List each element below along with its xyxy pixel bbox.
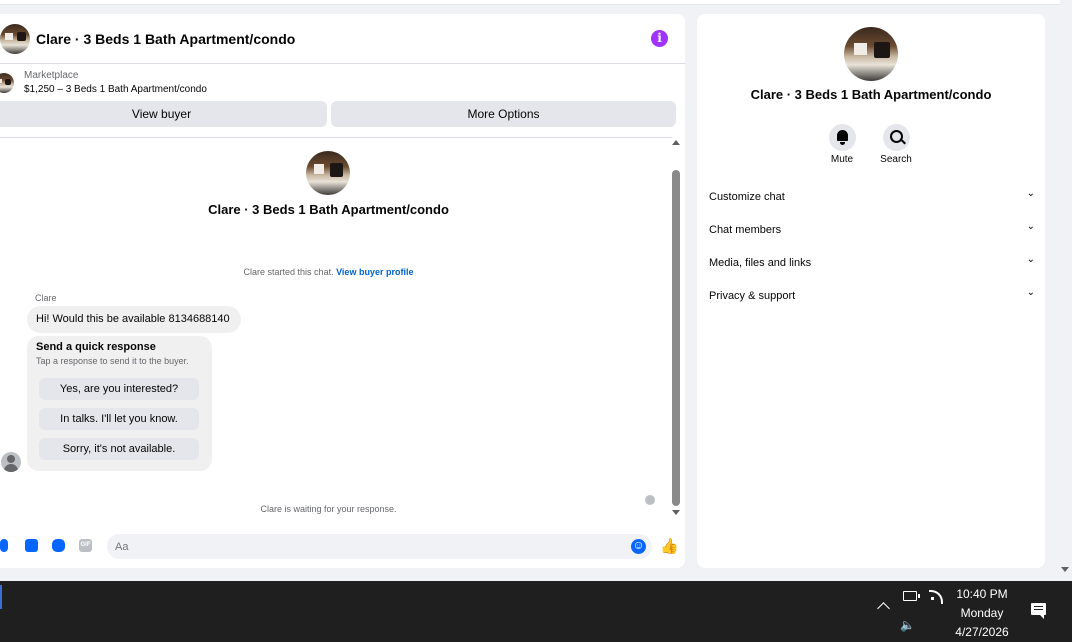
quick-response-not-available[interactable]: Sorry, it's not available. [39,438,199,460]
listing-thumbnail [0,73,14,93]
marketplace-listing[interactable]: Marketplace $1,250 – 3 Beds 1 Bath Apart… [0,68,685,100]
chat-started-notice: Clare started this chat. View buyer prof… [0,267,657,277]
message-input[interactable] [107,534,652,559]
info-icon[interactable]: i [651,30,668,47]
marketplace-label: Marketplace [24,70,79,81]
taskbar: 🔈 10:40 PM Monday 4/27/2026 [0,581,1072,642]
chat-title[interactable]: Clare · 3 Beds 1 Bath Apartment/condo [36,31,295,47]
quick-response-in-talks[interactable]: In talks. I'll let you know. [39,408,199,430]
privacy-support-label: Privacy & support [709,290,796,302]
sticker-icon[interactable] [52,539,65,552]
chat-info-panel: Clare · 3 Beds 1 Bath Apartment/condo Mu… [697,14,1045,568]
photo-icon[interactable] [25,539,38,552]
buyer-avatar[interactable] [1,452,21,472]
chat-avatar[interactable] [0,24,30,54]
search-label: Search [880,154,912,165]
info-title: Clare · 3 Beds 1 Bath Apartment/condo [750,87,992,102]
search-button[interactable]: Search [876,124,916,165]
mute-button[interactable]: Mute [822,124,862,165]
started-text: Clare started this chat. [243,267,334,277]
scroll-thumb[interactable] [672,170,680,506]
clock-time: 10:40 PM [956,587,1008,601]
mute-label: Mute [830,154,854,165]
wifi-icon[interactable] [929,590,943,604]
chevron-down-icon: ⌄ [1026,188,1035,199]
clock-date: 4/27/2026 [955,625,1009,639]
info-avatar[interactable] [844,27,898,81]
scroll-up-arrow[interactable] [672,140,680,145]
listing-price: $1,250 – 3 Beds 1 Bath Apartment/condo [24,84,207,95]
more-options-button[interactable]: More Options [331,101,676,127]
clock-day: Monday [960,606,1004,620]
chevron-down-icon: ⌄ [1026,254,1035,265]
notification-icon[interactable] [1031,603,1046,619]
page-scroll-down-arrow[interactable] [1061,567,1069,572]
microphone-icon[interactable] [0,539,8,552]
scroll-down-arrow[interactable] [672,510,680,515]
media-files-links-row[interactable]: Media, files and links ⌄ [709,254,1035,274]
gif-icon[interactable]: GIF [79,539,92,552]
media-files-links-label: Media, files and links [709,257,812,269]
quick-response-yes[interactable]: Yes, are you interested? [39,378,199,400]
quick-response-title: Send a quick response [36,341,156,353]
quick-response-card: Send a quick response Tap a response to … [27,336,212,471]
show-hidden-icons-chevron-icon[interactable] [877,602,890,615]
thread-scrollbar[interactable] [672,138,682,522]
message-thread: Clare · 3 Beds 1 Bath Apartment/condo Cl… [0,137,672,523]
taskbar-active-edge [0,585,2,609]
waiting-notice: Clare is waiting for your response. [260,504,397,514]
thumbs-up-icon[interactable]: 👍 [660,537,679,555]
top-strip [0,0,1060,5]
message-composer: GIF 👍 [0,534,685,560]
volume-icon[interactable]: 🔈 [900,618,915,632]
quick-response-subtitle: Tap a response to send it to the buyer. [36,356,189,366]
chat-members-row[interactable]: Chat members ⌄ [709,221,1035,241]
search-icon [889,130,903,143]
chevron-down-icon: ⌄ [1026,287,1035,298]
thread-title: Clare · 3 Beds 1 Bath Apartment/condo [208,202,449,217]
chat-members-label: Chat members [709,224,782,236]
bell-icon [836,130,848,145]
privacy-support-row[interactable]: Privacy & support ⌄ [709,287,1035,307]
message-bubble[interactable]: Hi! Would this be available 8134688140 [27,306,241,333]
taskbar-clock[interactable]: 10:40 PM Monday 4/27/2026 [942,585,1022,642]
battery-icon[interactable] [903,591,920,601]
chat-panel: Clare · 3 Beds 1 Bath Apartment/condo i … [0,14,685,568]
chat-header: Clare · 3 Beds 1 Bath Apartment/condo i [0,14,685,64]
emoji-icon[interactable] [631,538,646,554]
view-buyer-profile-link[interactable]: View buyer profile [336,267,413,277]
customize-chat-label: Customize chat [709,191,785,203]
chevron-down-icon: ⌄ [1026,221,1035,232]
view-buyer-button[interactable]: View buyer [0,101,327,127]
customize-chat-row[interactable]: Customize chat ⌄ [709,188,1035,208]
sender-name: Clare [35,293,57,303]
thread-avatar[interactable] [306,151,350,195]
